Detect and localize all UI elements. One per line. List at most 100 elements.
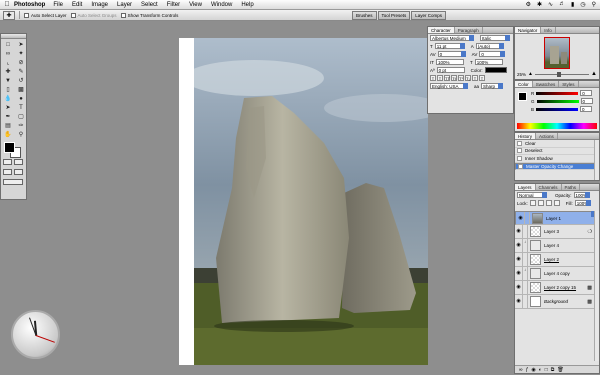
visibility-eye-icon[interactable]: ◉: [515, 295, 523, 308]
eyedropper-tool-icon[interactable]: ✑: [15, 122, 27, 130]
text-color-swatch[interactable]: [484, 67, 507, 73]
auto-select-groups-checkbox[interactable]: Auto Select Groups: [70, 12, 117, 18]
tab-history[interactable]: History: [515, 133, 537, 139]
zoom-out-icon[interactable]: ▲: [528, 71, 533, 77]
spotlight-icon[interactable]: ⚲: [592, 1, 596, 8]
history-item[interactable]: Inner Shadow: [515, 155, 599, 163]
crop-tool-icon[interactable]: ⌞: [2, 59, 14, 67]
menu-image[interactable]: Image: [91, 2, 108, 8]
notes-tool-icon[interactable]: ▤: [2, 122, 14, 130]
add-style-icon[interactable]: ƒ: [526, 367, 529, 373]
quick-mask-mode-icon[interactable]: [14, 159, 23, 165]
well-tab-layer-comps[interactable]: Layer Comps: [411, 11, 447, 20]
subscript-button[interactable]: T₁: [465, 75, 471, 81]
channel-g-slider[interactable]: [536, 99, 579, 103]
layer-link-slot[interactable]: [523, 225, 528, 238]
zoom-slider-thumb[interactable]: [556, 71, 561, 77]
wifi-icon[interactable]: ∿: [548, 1, 553, 8]
stamp-tool-icon[interactable]: ▼: [2, 77, 14, 85]
screen-mode-standard-icon[interactable]: [3, 169, 12, 175]
lock-position-icon[interactable]: [545, 200, 552, 206]
menu-window[interactable]: Window: [211, 2, 232, 8]
menu-layer[interactable]: Layer: [117, 2, 132, 8]
bluetooth-icon[interactable]: ✱: [537, 1, 542, 8]
auto-select-layer-checkbox[interactable]: Auto Select Layer: [24, 12, 67, 18]
visibility-eye-icon[interactable]: ◉: [517, 211, 525, 225]
channel-g-value[interactable]: 0: [580, 98, 593, 104]
opacity-field[interactable]: 100%: [573, 192, 590, 198]
menu-app-name[interactable]: Photoshop: [14, 2, 45, 8]
horizontal-scale-field[interactable]: 100%: [474, 59, 503, 65]
path-selection-tool-icon[interactable]: ➤: [2, 104, 14, 112]
small-caps-button[interactable]: Tt: [451, 75, 457, 81]
layers-scrollbar[interactable]: [594, 211, 599, 361]
move-tool-preset-icon[interactable]: ✚: [3, 10, 15, 20]
font-family-select[interactable]: Albertus Medium: [430, 35, 474, 41]
brush-tool-icon[interactable]: ✎: [15, 68, 27, 76]
faux-italic-button[interactable]: T: [437, 75, 443, 81]
move-tool-icon[interactable]: ➤: [15, 41, 27, 49]
screen-mode-full-icon[interactable]: [14, 169, 23, 175]
visibility-eye-icon[interactable]: ◉: [515, 239, 523, 252]
zoom-tool-icon[interactable]: ⚲: [15, 131, 27, 139]
visibility-eye-icon[interactable]: ◉: [515, 281, 523, 294]
well-tab-brushes[interactable]: Brushes: [352, 11, 377, 20]
apple-menu-icon[interactable]: : [0, 1, 14, 8]
slice-tool-icon[interactable]: ⊘: [15, 59, 27, 67]
tab-paragraph[interactable]: Paragraph: [455, 27, 483, 33]
zoom-value[interactable]: 25%: [517, 72, 526, 77]
zoom-slider[interactable]: [534, 71, 590, 77]
lock-pixels-icon[interactable]: [537, 200, 544, 206]
history-brush-tool-icon[interactable]: ↺: [15, 77, 27, 85]
healing-brush-tool-icon[interactable]: ✚: [2, 68, 14, 76]
antialias-select[interactable]: Sharp: [481, 83, 504, 89]
history-item[interactable]: Deselect: [515, 148, 599, 155]
document-canvas[interactable]: [194, 38, 428, 365]
show-transform-checkbox[interactable]: Show Transform Controls: [120, 12, 178, 18]
layer-row[interactable]: ◉ Layer 2 copy 15 ▩: [515, 281, 596, 295]
delete-layer-icon[interactable]: 🗑: [557, 367, 563, 373]
new-layer-icon[interactable]: ⧉: [551, 367, 555, 373]
dodge-tool-icon[interactable]: ●: [15, 95, 27, 103]
leading-select[interactable]: (Auto): [475, 43, 504, 49]
tab-color[interactable]: Color: [515, 81, 533, 87]
well-tab-tool-presets[interactable]: Tool Presets: [377, 11, 411, 20]
superscript-button[interactable]: T¹: [458, 75, 464, 81]
color-ramp[interactable]: [517, 123, 597, 129]
history-item[interactable]: Clear: [515, 140, 599, 148]
clock-menu-icon[interactable]: ◷: [580, 1, 585, 8]
underline-button[interactable]: T: [472, 75, 478, 81]
layer-row[interactable]: ◉ Layer 3 ❍: [515, 225, 596, 239]
volume-icon[interactable]: ♬: [559, 1, 565, 8]
pen-tool-icon[interactable]: ✒: [2, 113, 14, 121]
layer-row[interactable]: ◉ Background ▩: [515, 295, 596, 309]
visibility-eye-icon[interactable]: ◉: [515, 267, 523, 280]
history-item-selected[interactable]: Master Opacity Change: [515, 162, 599, 170]
all-caps-button[interactable]: TT: [444, 75, 450, 81]
new-group-icon[interactable]: □: [545, 367, 548, 373]
add-mask-icon[interactable]: ◉: [531, 367, 535, 373]
fill-field[interactable]: 100%: [574, 200, 591, 206]
layer-row[interactable]: ◉ ↓ Layer 4 copy: [515, 267, 596, 281]
tab-channels[interactable]: Channels: [536, 184, 562, 190]
language-select[interactable]: English: USA: [430, 83, 468, 89]
menu-filter[interactable]: Filter: [167, 2, 180, 8]
color-panel-fg-swatch[interactable]: [518, 92, 527, 101]
font-style-select[interactable]: Italic: [480, 35, 510, 41]
blend-mode-select[interactable]: Normal: [517, 192, 547, 198]
zoom-in-icon[interactable]: ▲: [591, 71, 597, 77]
tracking-select[interactable]: 0: [479, 51, 506, 57]
blur-tool-icon[interactable]: 💧: [2, 95, 14, 103]
standard-mode-icon[interactable]: [3, 159, 12, 165]
channel-r-value[interactable]: 0: [580, 90, 593, 96]
visibility-eye-icon[interactable]: ◉: [515, 253, 523, 266]
navigator-thumbnail[interactable]: [544, 37, 570, 69]
link-layers-icon[interactable]: ∞: [519, 367, 523, 373]
strikethrough-button[interactable]: T: [479, 75, 485, 81]
kerning-select[interactable]: 0: [437, 51, 466, 57]
eraser-tool-icon[interactable]: ▯: [2, 86, 14, 94]
lock-transparency-icon[interactable]: [529, 200, 536, 206]
history-scrollbar[interactable]: [594, 140, 599, 180]
channel-r-slider[interactable]: [536, 91, 579, 95]
channel-b-slider[interactable]: [536, 107, 579, 111]
